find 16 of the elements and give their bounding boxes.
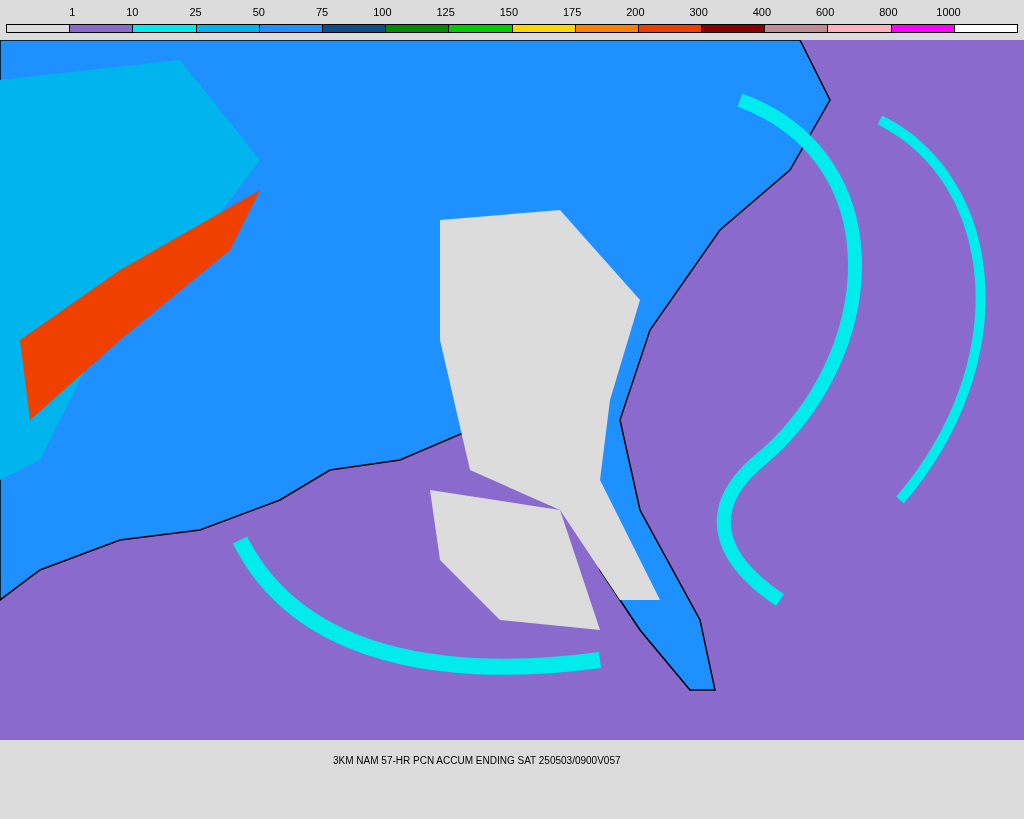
legend-label: 100	[373, 5, 392, 20]
legend-label: 600	[815, 5, 835, 20]
legend-label: 25	[189, 5, 202, 20]
legend-label: 10	[126, 5, 139, 20]
legend-label: 200	[626, 5, 645, 20]
legend-label: 125	[436, 5, 455, 20]
legend-label: 300	[689, 5, 708, 20]
legend-label: 1000	[936, 5, 961, 20]
legend-label: 400	[752, 5, 771, 20]
legend-label: 800	[879, 5, 898, 20]
map-caption: 3KM NAM 57-HR PCN ACCUM ENDING SAT 250503/0900V057	[333, 755, 621, 766]
legend-label: 75	[316, 5, 329, 20]
legend-label: 150	[499, 5, 518, 20]
legend-label: 175	[562, 5, 582, 20]
legend-label: 50	[252, 5, 265, 20]
legend-label: 1	[69, 5, 76, 20]
